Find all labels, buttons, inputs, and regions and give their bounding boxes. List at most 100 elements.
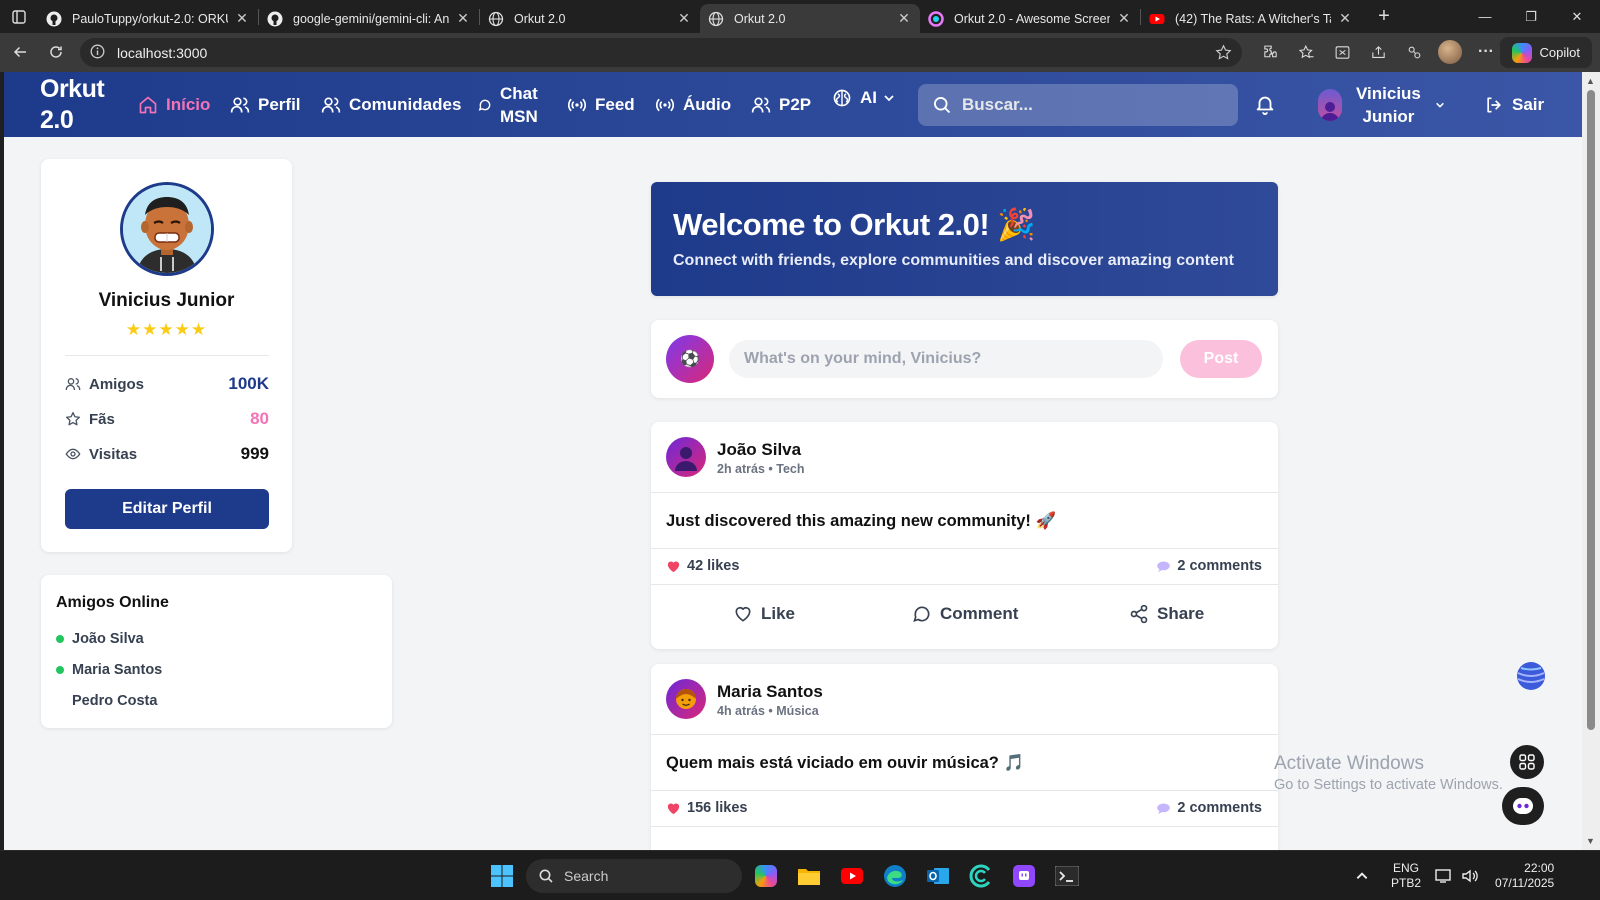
edge-browser-icon[interactable]	[881, 862, 909, 890]
like-button[interactable]: Like	[733, 604, 795, 624]
search-input[interactable]	[962, 95, 1212, 115]
input-language[interactable]: ENG PTB2	[1391, 861, 1421, 891]
post-comments-count[interactable]: 2 comments	[1156, 800, 1262, 816]
page-scrollbar[interactable]: ▲ ▼	[1582, 72, 1600, 850]
restore-icon[interactable]: ❐	[1508, 0, 1554, 33]
nav-item-feed[interactable]: Feed	[567, 72, 635, 137]
clock[interactable]: 22:00 07/11/2025	[1495, 861, 1554, 891]
profile-card: Vinicius Junior ★★★★★ Amigos 100K Fãs 80…	[41, 159, 292, 552]
post-author-avatar[interactable]	[666, 679, 706, 719]
share-page-icon[interactable]	[1360, 37, 1396, 67]
nav-item-chat-msn[interactable]: Chat MSN	[478, 72, 538, 137]
copilot-button[interactable]: Copilot	[1499, 37, 1592, 68]
nav-item-perfil[interactable]: Perfil	[230, 72, 301, 137]
close-icon[interactable]: ✕	[676, 10, 692, 27]
tab-actions-icon[interactable]	[0, 0, 38, 33]
favorite-star-icon[interactable]	[1215, 44, 1232, 64]
online-status-dot	[56, 666, 64, 674]
profile-avatar-image[interactable]	[120, 182, 214, 276]
copilot-app-icon[interactable]	[752, 862, 780, 890]
terminal-icon[interactable]	[1053, 862, 1081, 890]
profile-avatar[interactable]	[1432, 37, 1468, 67]
apps-grid-button[interactable]	[1510, 745, 1544, 779]
collections-icon[interactable]	[1396, 37, 1432, 67]
online-friend-item[interactable]: Pedro Costa	[56, 693, 157, 709]
app-navbar: Orkut 2.0 Início Perfil Comunidades Chat…	[4, 72, 1582, 137]
close-icon[interactable]: ✕	[1337, 10, 1353, 27]
stat-amigos[interactable]: Amigos 100K	[65, 374, 269, 394]
divider	[651, 734, 1278, 735]
close-icon[interactable]: ✕	[1116, 10, 1132, 27]
nav-item-comunidades[interactable]: Comunidades	[321, 72, 461, 137]
close-icon[interactable]: ✕	[455, 10, 471, 27]
back-button[interactable]	[2, 37, 38, 67]
post-likes-count[interactable]: 42 likes	[666, 558, 739, 574]
online-friend-item[interactable]: João Silva	[56, 631, 144, 647]
browser-tab-4-active[interactable]: Orkut 2.0 ✕	[700, 4, 920, 33]
more-menu-icon[interactable]: ···	[1468, 37, 1504, 67]
minimize-icon[interactable]: —	[1462, 0, 1508, 33]
post-author-name[interactable]: João Silva	[717, 440, 801, 460]
post-author-avatar[interactable]	[666, 437, 706, 477]
file-explorer-icon[interactable]	[795, 862, 823, 890]
youtube-app-icon[interactable]	[838, 862, 866, 890]
close-icon[interactable]: ✕	[234, 10, 250, 27]
comment-button[interactable]: Comment	[912, 604, 1018, 624]
nav-item-p2p[interactable]: P2P	[751, 72, 811, 137]
close-window-icon[interactable]: ✕	[1554, 0, 1600, 33]
post-text: Just discovered this amazing new communi…	[666, 512, 1057, 530]
new-tab-button[interactable]: +	[1369, 5, 1399, 28]
taskbar-search[interactable]: Search	[526, 859, 742, 893]
nav-item-inicio[interactable]: Início	[138, 72, 210, 137]
post-comments-count[interactable]: 2 comments	[1156, 558, 1262, 574]
browser-toolbar: localhost:3000 ··· Copilot	[0, 33, 1600, 72]
app-c-icon[interactable]	[967, 862, 995, 890]
floating-globe-icon[interactable]	[1514, 659, 1548, 693]
notifications-bell-icon[interactable]	[1254, 93, 1276, 120]
scrollbar-thumb[interactable]	[1587, 90, 1595, 730]
divider	[651, 492, 1278, 493]
post-input[interactable]	[729, 340, 1163, 378]
post-likes-count[interactable]: 156 likes	[666, 800, 747, 816]
browser-tab-5[interactable]: Orkut 2.0 - Awesome Screensh ✕	[920, 4, 1140, 33]
outlook-icon[interactable]	[924, 862, 952, 890]
purple-app-icon[interactable]	[1010, 862, 1038, 890]
stat-visitas[interactable]: Visitas 999	[65, 444, 269, 464]
scroll-up-icon[interactable]: ▲	[1586, 76, 1595, 86]
tab-title: Orkut 2.0 - Awesome Screensh	[954, 11, 1110, 26]
post-author-name[interactable]: Maria Santos	[717, 682, 823, 702]
site-info-icon[interactable]	[90, 44, 105, 62]
close-icon[interactable]: ✕	[896, 10, 912, 27]
nav-item-ai-dropdown[interactable]: AI	[832, 72, 895, 130]
logout-button[interactable]: Sair	[1484, 72, 1544, 137]
post-button[interactable]: Post	[1180, 340, 1262, 378]
user-menu[interactable]: Vinicius Junior	[1318, 72, 1445, 137]
favorites-icon[interactable]	[1288, 37, 1324, 67]
address-bar[interactable]: localhost:3000	[80, 38, 1242, 67]
browser-tab-6[interactable]: (42) The Rats: A Witcher's Tale ✕	[1141, 4, 1361, 33]
extensions-icon[interactable]	[1252, 37, 1288, 67]
scroll-down-icon[interactable]: ▼	[1586, 836, 1595, 846]
chevron-up-icon[interactable]	[1355, 869, 1369, 883]
edit-profile-button[interactable]: Editar Perfil	[65, 489, 269, 529]
welcome-title: Welcome to Orkut 2.0! 🎉	[673, 207, 1036, 242]
eye-icon	[65, 448, 81, 460]
share-button[interactable]: Share	[1129, 604, 1204, 624]
app-logo[interactable]: Orkut 2.0	[40, 74, 105, 136]
heart-icon	[667, 561, 680, 572]
windows-start-icon[interactable]	[488, 862, 516, 890]
nav-item-audio[interactable]: Áudio	[655, 72, 731, 137]
browser-tab-1[interactable]: PaulоTuppy/orkut-2.0: ORKUT ✕	[38, 4, 258, 33]
activate-windows-watermark: Activate Windows Go to Settings to activ…	[1274, 753, 1503, 793]
refresh-button[interactable]	[38, 37, 74, 67]
browser-tab-2[interactable]: google-gemini/gemini-cli: An c ✕	[259, 4, 479, 33]
assistant-bot-button[interactable]	[1502, 787, 1544, 825]
screenshot-tool-icon[interactable]	[1324, 37, 1360, 67]
volume-icon[interactable]	[1461, 868, 1479, 884]
online-friend-item[interactable]: Maria Santos	[56, 662, 162, 678]
network-icon[interactable]	[1435, 868, 1453, 884]
browser-tab-3[interactable]: Orkut 2.0 ✕	[480, 4, 700, 33]
search-icon	[539, 869, 553, 883]
tab-title: Orkut 2.0	[514, 11, 566, 26]
stat-fas[interactable]: Fãs 80	[65, 409, 269, 429]
